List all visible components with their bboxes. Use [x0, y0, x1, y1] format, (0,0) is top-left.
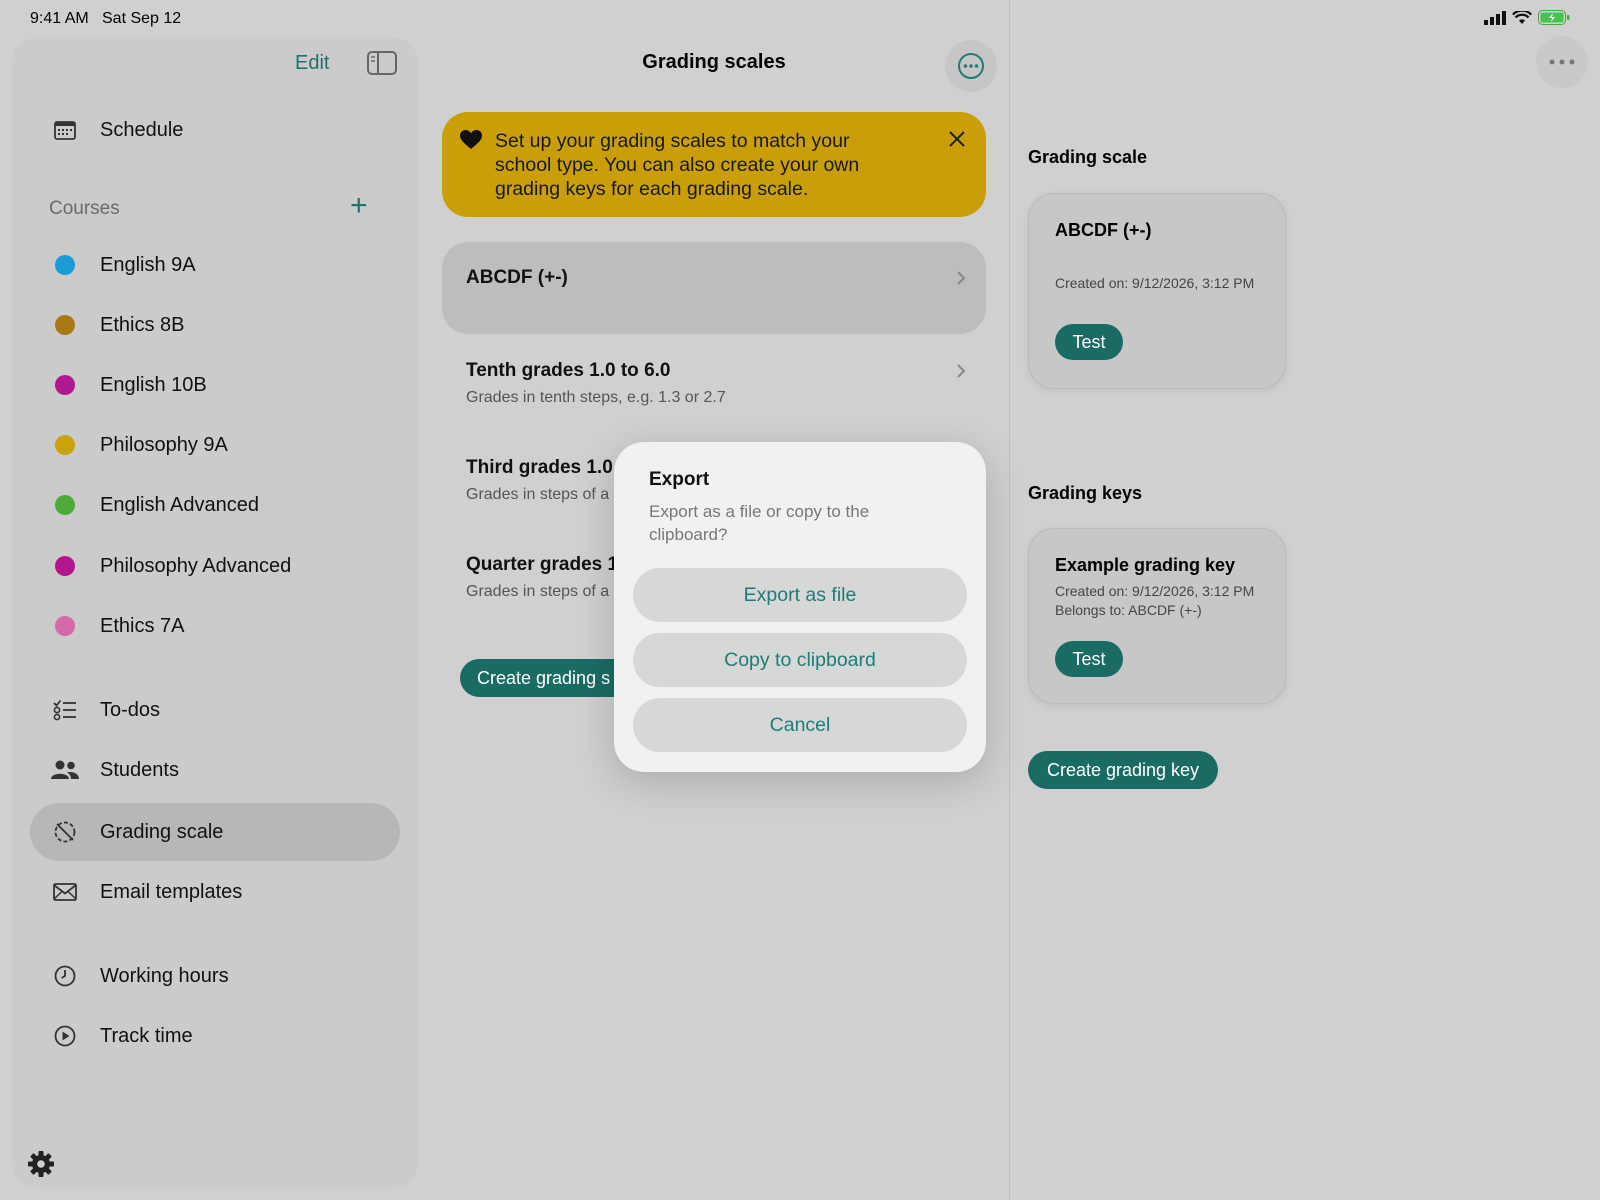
sidebar-item-label: Email templates [100, 880, 243, 903]
dialog-title: Export [649, 469, 710, 490]
sidebar-item-course[interactable]: Ethics 8B [30, 296, 400, 354]
scale-title: Tenth grades 1.0 to 6.0 [466, 360, 671, 381]
sidebar-item-label: Philosophy Advanced [100, 554, 292, 577]
course-color-dot [55, 255, 75, 275]
card-created: Created on: 9/12/2026, 3:12 PM [1055, 275, 1255, 291]
sidebar: Edit Schedule Courses + English 9A Ethic… [12, 37, 418, 1188]
sidebar-item-label: Working hours [100, 964, 229, 987]
cancel-button[interactable]: Cancel [633, 698, 967, 752]
ellipsis-circle-icon [958, 53, 984, 79]
sidebar-item-label: Ethics 8B [100, 313, 185, 336]
more-button[interactable] [945, 40, 997, 92]
sidebar-item-course[interactable]: Philosophy Advanced [30, 537, 400, 595]
sidebar-item-email-templates[interactable]: Email templates [30, 863, 400, 921]
grading-icon [54, 821, 76, 843]
signal-icon [1484, 10, 1506, 25]
sidebar-item-label: Grading scale [100, 820, 224, 843]
sidebar-item-course[interactable]: Ethics 7A [30, 597, 400, 655]
sidebar-item-working-hours[interactable]: Working hours [30, 947, 400, 1005]
sidebar-item-todos[interactable]: To-dos [30, 681, 400, 739]
close-icon[interactable] [948, 130, 966, 148]
sidebar-item-students[interactable]: Students [30, 741, 400, 799]
sidebar-item-label: English 9A [100, 253, 196, 276]
card-created: Created on: 9/12/2026, 3:12 PM [1055, 583, 1255, 599]
list-item[interactable]: ABCDF (+-) [442, 242, 986, 334]
battery-icon [1538, 10, 1570, 25]
banner-text: Set up your grading scales to match your… [495, 130, 860, 200]
grading-scale-card: ABCDF (+-) Created on: 9/12/2026, 3:12 P… [1028, 193, 1286, 389]
info-banner: Set up your grading scales to match your… [442, 112, 986, 217]
dialog-message: Export as a file or copy to the clipboar… [649, 502, 870, 544]
sidebar-item-label: English 10B [100, 373, 207, 396]
scale-title: Third grades 1.0 t [466, 457, 625, 478]
clock-icon [54, 965, 76, 987]
course-color-dot [55, 616, 75, 636]
course-color-dot [55, 375, 75, 395]
wifi-icon [1512, 10, 1532, 24]
grading-keys-header: Grading keys [1028, 483, 1143, 503]
sidebar-item-course[interactable]: English 10B [30, 356, 400, 414]
sidebar-item-label: Track time [100, 1024, 193, 1047]
sidebar-item-label: English Advanced [100, 493, 260, 516]
sidebar-item-label: Ethics 7A [100, 614, 185, 637]
scale-subtitle: Grades in tenth steps, e.g. 1.3 or 2.7 [466, 389, 726, 406]
gear-icon[interactable] [27, 1150, 55, 1178]
course-color-dot [55, 315, 75, 335]
grading-key-card: Example grading key Created on: 9/12/202… [1028, 528, 1286, 704]
card-title: Example grading key [1055, 555, 1236, 575]
sidebar-item-grading-scale[interactable]: Grading scale [30, 803, 400, 861]
status-bar: 9:41 AM Sat Sep 12 [0, 0, 1600, 36]
sidebar-item-schedule[interactable]: Schedule [30, 101, 400, 159]
add-course-button[interactable]: + [350, 191, 368, 221]
sidebar-item-label: Philosophy 9A [100, 433, 228, 456]
people-icon [51, 760, 79, 779]
sidebar-toggle-icon[interactable] [367, 51, 397, 75]
sidebar-item-label: Students [100, 758, 179, 781]
chevron-right-icon [957, 271, 966, 285]
play-circle-icon [54, 1025, 76, 1047]
copy-to-clipboard-button[interactable]: Copy to clipboard [633, 633, 967, 687]
detail-more-button[interactable] [1536, 36, 1588, 88]
status-icons [1484, 10, 1570, 25]
chevron-right-icon [957, 364, 966, 378]
sidebar-item-course[interactable]: Philosophy 9A [30, 416, 400, 474]
scale-title: Quarter grades 1 [466, 554, 619, 575]
course-color-dot [55, 495, 75, 515]
test-button[interactable]: Test [1055, 324, 1123, 360]
export-as-file-button[interactable]: Export as file [633, 568, 967, 622]
heart-icon [460, 130, 482, 149]
sidebar-item-label: Schedule [100, 118, 184, 141]
sidebar-item-label: To-dos [100, 698, 161, 721]
checklist-icon [53, 699, 76, 721]
status-date: Sat Sep 12 [102, 10, 182, 27]
sidebar-item-course[interactable]: English 9A [30, 236, 400, 294]
status-time: 9:41 AM [30, 10, 89, 27]
card-belongs: Belongs to: ABCDF (+-) [1055, 602, 1202, 618]
create-grading-key-button[interactable]: Create grading key [1028, 751, 1218, 789]
card-title: ABCDF (+-) [1055, 220, 1152, 240]
grading-scale-header: Grading scale [1028, 147, 1148, 167]
scale-subtitle: Grades in steps of a [466, 583, 610, 600]
course-color-dot [55, 435, 75, 455]
ellipsis-icon [1549, 59, 1575, 65]
sidebar-item-course[interactable]: English Advanced [30, 476, 400, 534]
calendar-icon [54, 121, 76, 140]
course-color-dot [55, 556, 75, 576]
export-dialog: Export Export as a file or copy to the c… [614, 442, 986, 772]
courses-header: Courses [49, 198, 120, 219]
envelope-icon [53, 883, 77, 901]
list-item[interactable]: Tenth grades 1.0 to 6.0 Grades in tenth … [442, 342, 986, 430]
sidebar-item-track-time[interactable]: Track time [30, 1007, 400, 1065]
scale-title: ABCDF (+-) [466, 267, 568, 288]
edit-button[interactable]: Edit [295, 52, 329, 75]
page-title: Grading scales [642, 51, 786, 73]
scale-subtitle: Grades in steps of a [466, 486, 610, 503]
column-divider [1009, 0, 1010, 1200]
test-button[interactable]: Test [1055, 641, 1123, 677]
